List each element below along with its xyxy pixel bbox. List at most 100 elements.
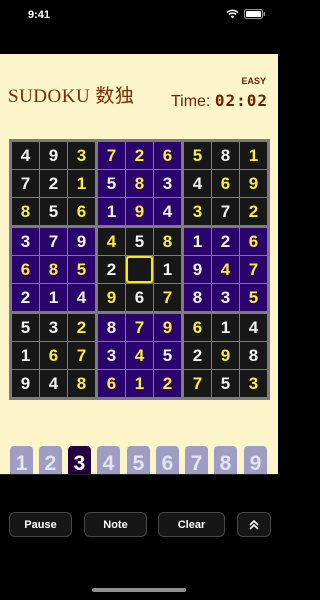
board-cell[interactable]: 2 [240, 198, 267, 225]
expand-button[interactable] [237, 512, 271, 537]
board-cell[interactable]: 3 [240, 370, 267, 397]
board-cell[interactable]: 8 [40, 256, 67, 283]
timer: Time: 02:02 [171, 91, 268, 111]
board-cell[interactable]: 3 [68, 142, 95, 169]
board-cell[interactable]: 1 [40, 284, 67, 311]
board-cell[interactable]: 7 [68, 342, 95, 369]
board-cell[interactable]: 7 [240, 256, 267, 283]
board-cell[interactable]: 1 [68, 170, 95, 197]
given-digit: 5 [106, 173, 117, 193]
timer-label: Time: [170, 93, 211, 110]
board-cell[interactable]: 9 [68, 228, 95, 255]
board-cell[interactable]: 5 [154, 342, 181, 369]
board-cell[interactable]: 7 [154, 284, 181, 311]
board-cell[interactable]: 3 [154, 170, 181, 197]
board-cell[interactable]: 5 [240, 284, 267, 311]
board-cell[interactable]: 7 [126, 314, 153, 341]
board-cell[interactable]: 2 [212, 228, 239, 255]
board-cell[interactable]: 1 [184, 228, 211, 255]
board-cell[interactable]: 6 [154, 142, 181, 169]
board-cell[interactable]: 5 [126, 228, 153, 255]
board-cell[interactable]: 2 [68, 314, 95, 341]
board-cell[interactable]: 6 [126, 284, 153, 311]
board-cell[interactable]: 6 [12, 256, 39, 283]
board-cell[interactable]: 1 [240, 142, 267, 169]
board-cell[interactable]: 6 [40, 342, 67, 369]
board-cell[interactable]: 7 [212, 198, 239, 225]
given-digit: 4 [76, 287, 87, 307]
board-cell[interactable]: 2 [184, 342, 211, 369]
board-cell[interactable]: 7 [40, 228, 67, 255]
board-cell[interactable] [126, 256, 153, 283]
board-cell[interactable]: 2 [126, 142, 153, 169]
board-cell[interactable]: 5 [98, 170, 125, 197]
board-cell[interactable]: 8 [12, 198, 39, 225]
board-cell[interactable]: 4 [68, 284, 95, 311]
board-cell[interactable]: 4 [98, 228, 125, 255]
board-cell[interactable]: 8 [212, 142, 239, 169]
given-digit: 2 [48, 173, 59, 193]
board-cell[interactable]: 4 [154, 198, 181, 225]
board-cell[interactable]: 5 [68, 256, 95, 283]
board-cell[interactable]: 1 [212, 314, 239, 341]
board-cell[interactable]: 2 [12, 284, 39, 311]
board-cell[interactable]: 6 [240, 228, 267, 255]
board-cell[interactable]: 5 [184, 142, 211, 169]
board-cell[interactable]: 2 [40, 170, 67, 197]
clear-button[interactable]: Clear [158, 512, 225, 537]
board-cell[interactable]: 8 [98, 314, 125, 341]
board-cell[interactable]: 9 [126, 198, 153, 225]
board-cell[interactable]: 9 [212, 342, 239, 369]
given-digit: 2 [20, 287, 31, 307]
board-cell[interactable]: 3 [212, 284, 239, 311]
board-cell[interactable]: 1 [154, 256, 181, 283]
board-cell[interactable]: 8 [126, 170, 153, 197]
board-cell[interactable]: 9 [240, 170, 267, 197]
given-digit: 7 [48, 231, 59, 251]
board-cell[interactable]: 5 [40, 198, 67, 225]
board-cell[interactable]: 8 [240, 342, 267, 369]
board-cell[interactable]: 1 [12, 342, 39, 369]
board-cell[interactable]: 1 [126, 370, 153, 397]
given-digit: 9 [192, 259, 203, 279]
board-cell[interactable]: 5 [12, 314, 39, 341]
board-cell[interactable]: 2 [98, 256, 125, 283]
entered-digit: 9 [134, 201, 145, 221]
board-cell[interactable]: 3 [40, 314, 67, 341]
board-cell[interactable]: 4 [40, 370, 67, 397]
board-cell[interactable]: 1 [98, 198, 125, 225]
given-digit: 9 [76, 231, 87, 251]
board-cell[interactable]: 8 [68, 370, 95, 397]
board-cell[interactable]: 9 [12, 370, 39, 397]
board-cell[interactable]: 4 [12, 142, 39, 169]
board-cell[interactable]: 7 [12, 170, 39, 197]
given-digit: 4 [248, 317, 259, 337]
board-cell[interactable]: 9 [184, 256, 211, 283]
board-cell[interactable]: 3 [184, 198, 211, 225]
board-cell[interactable]: 4 [240, 314, 267, 341]
board-cell[interactable]: 4 [184, 170, 211, 197]
board-cell[interactable]: 2 [154, 370, 181, 397]
board-cell[interactable]: 7 [184, 370, 211, 397]
board-cell[interactable]: 8 [154, 228, 181, 255]
board-cell[interactable]: 6 [184, 314, 211, 341]
board-cell[interactable]: 9 [98, 284, 125, 311]
pause-button[interactable]: Pause [9, 512, 72, 537]
board-cell[interactable]: 4 [212, 256, 239, 283]
entered-digit: 8 [76, 373, 87, 393]
sudoku-board: 4937265817215834698561943723794581266852… [9, 139, 270, 400]
board-cell[interactable]: 6 [98, 370, 125, 397]
entered-digit: 7 [106, 145, 117, 165]
board-cell[interactable]: 5 [212, 370, 239, 397]
note-button[interactable]: Note [84, 512, 147, 537]
board-cell[interactable]: 6 [68, 198, 95, 225]
board-cell[interactable]: 6 [212, 170, 239, 197]
entered-digit: 4 [106, 231, 117, 251]
board-cell[interactable]: 8 [184, 284, 211, 311]
board-cell[interactable]: 3 [12, 228, 39, 255]
board-cell[interactable]: 4 [126, 342, 153, 369]
board-cell[interactable]: 9 [40, 142, 67, 169]
board-cell[interactable]: 7 [98, 142, 125, 169]
board-cell[interactable]: 3 [98, 342, 125, 369]
board-cell[interactable]: 9 [154, 314, 181, 341]
